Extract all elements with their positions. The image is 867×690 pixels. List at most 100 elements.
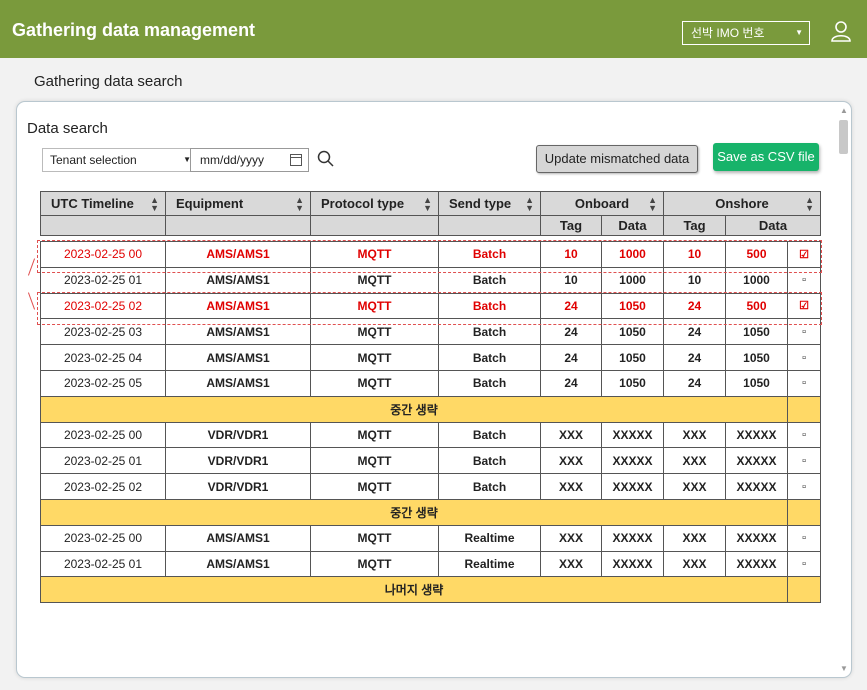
cell-onboard-tag: XXX [540, 421, 602, 449]
header-send[interactable]: Send type ▲ ▼ [438, 191, 541, 216]
sort-icon: ▲ ▼ [423, 195, 432, 213]
cell-equipment: VDR/VDR1 [165, 421, 311, 449]
sort-icon: ▲ ▼ [805, 195, 815, 213]
user-icon[interactable] [830, 20, 852, 42]
scroll-thumb[interactable] [839, 120, 848, 154]
row-checkbox[interactable]: ▫ [787, 421, 822, 449]
table-row[interactable]: 2023-02-25 02 VDR/VDR1 MQTT Batch XXX XXXXX XX… [40, 473, 822, 500]
cell-equipment: VDR/VDR1 [165, 447, 311, 475]
cell-protocol: MQTT [310, 473, 439, 500]
omit-row: 중간 생략 [39, 498, 822, 526]
dropdown-arrow-icon: ▼ [795, 28, 803, 37]
header-protocol[interactable]: Protocol type ▲ ▼ [310, 191, 439, 216]
cell-onshore-data: XXXXX [725, 421, 789, 449]
cell-send-type: Realtime [438, 550, 541, 578]
mismatch-connector [27, 292, 36, 310]
sort-icon: ▲ ▼ [648, 195, 658, 213]
section-title: Data search [27, 120, 108, 137]
page-subtitle: Gathering data search [34, 73, 183, 90]
cell-time: 2023-02-25 05 [40, 369, 166, 397]
header-onboard[interactable]: Onboard ▲ ▼ [539, 191, 665, 216]
cell-send-type: Batch [438, 421, 541, 449]
header-utc[interactable]: UTC Timeline ▲ ▼ [40, 191, 166, 216]
cell-onboard-data: XXXXX [600, 524, 665, 552]
cell-onboard-tag: XXX [540, 447, 602, 475]
header-onshore[interactable]: Onshore ▲ ▼ [663, 191, 822, 216]
cell-onboard-tag: XXX [540, 550, 602, 578]
cell-protocol: MQTT [310, 344, 439, 371]
cell-send-type: Batch [438, 447, 541, 475]
subheader-empty [40, 215, 166, 236]
imo-select-label: 선박 IMO 번호 [691, 26, 765, 40]
cell-time: 2023-02-25 00 [40, 421, 166, 449]
cell-time: 2023-02-25 01 [40, 550, 166, 578]
cell-onshore-tag: XXX [663, 473, 727, 500]
cell-onshore-data: 1050 [725, 344, 789, 371]
cell-onshore-data: XXXXX [725, 447, 789, 475]
table-row[interactable]: 2023-02-25 04 AMS/AMS1 MQTT Batch 24 1050 24 10… [40, 344, 822, 371]
subheader-empty [310, 215, 439, 236]
cell-equipment: AMS/AMS1 [165, 344, 311, 371]
table-row[interactable]: 2023-02-25 01 VDR/VDR1 MQTT Batch XXX XXXXX XX… [40, 447, 822, 475]
table-row[interactable]: 2023-02-25 05 AMS/AMS1 MQTT Batch 24 1050 24 10… [40, 369, 822, 397]
update-mismatched-button[interactable]: Update mismatched data [536, 145, 698, 173]
save-csv-button[interactable]: Save as CSV file [713, 143, 819, 171]
scroll-up-icon[interactable]: ▲ [840, 106, 848, 115]
cell-onshore-tag: 24 [663, 369, 727, 397]
subheader-onboard-tag: Tag [540, 215, 602, 236]
cell-onshore-data: XXXXX [725, 473, 789, 500]
row-checkbox[interactable]: ▫ [787, 369, 822, 397]
table-row[interactable]: 2023-02-25 01 AMS/AMS1 MQTT Realtime XXX XXXX… [40, 550, 822, 578]
cell-time: 2023-02-25 00 [40, 524, 166, 552]
cell-onshore-tag: XXX [663, 550, 727, 578]
scrollbar[interactable]: ▲ ▼ [838, 104, 849, 675]
cell-equipment: VDR/VDR1 [165, 473, 311, 500]
cell-onboard-tag: 24 [540, 369, 602, 397]
cell-protocol: MQTT [310, 447, 439, 475]
row-checkbox[interactable]: ▫ [787, 524, 822, 552]
cell-onboard-tag: 24 [540, 344, 602, 371]
tenant-select-label: Tenant selection [50, 153, 137, 167]
row-checkbox[interactable]: ▫ [787, 550, 822, 578]
cell-send-type: Realtime [438, 524, 541, 552]
subheader-onboard-data: Data [600, 215, 665, 236]
table-row[interactable]: 2023-02-25 00 AMS/AMS1 MQTT Realtime XXX XXXX… [40, 524, 822, 552]
app-title: Gathering data management [12, 20, 256, 40]
cell-protocol: MQTT [310, 524, 439, 552]
imo-select[interactable]: 선박 IMO 번호 ▼ [682, 21, 810, 45]
cell-onshore-tag: 24 [663, 344, 727, 371]
row-checkbox[interactable]: ▫ [787, 473, 822, 500]
top-bar: Gathering data management 선박 IMO 번호 ▼ [0, 0, 867, 58]
search-icon[interactable] [317, 150, 334, 167]
subheader-row: Tag Data Tag Data [40, 215, 822, 236]
cell-onboard-data: 1050 [600, 344, 665, 371]
calendar-icon[interactable] [290, 154, 302, 166]
cell-equipment: AMS/AMS1 [165, 369, 311, 397]
header-row: UTC Timeline ▲ ▼ Equipment ▲ ▼ Protocol type… [40, 191, 822, 216]
cell-onboard-tag: XXX [540, 524, 602, 552]
cell-onboard-data: XXXXX [600, 447, 665, 475]
subheader-empty [165, 215, 311, 236]
cell-onshore-tag: XXX [663, 447, 727, 475]
cell-onboard-tag: XXX [540, 473, 602, 500]
cell-send-type: Batch [438, 344, 541, 371]
subheader-onshore-data: Data [725, 215, 822, 236]
header-equipment[interactable]: Equipment ▲ ▼ [165, 191, 311, 216]
omit-row: 나머지 생략 [39, 576, 822, 604]
cell-onboard-data: XXXXX [600, 473, 665, 500]
mismatch-highlight [37, 292, 822, 325]
row-checkbox[interactable]: ▫ [787, 447, 822, 475]
sort-icon: ▲ ▼ [150, 195, 159, 213]
scroll-down-icon[interactable]: ▼ [840, 664, 848, 673]
cell-onshore-data: 1050 [725, 369, 789, 397]
row-checkbox[interactable]: ▫ [787, 344, 822, 371]
mismatch-connector [27, 258, 36, 276]
date-input[interactable]: mm/dd/yyyy [190, 148, 309, 172]
cell-onshore-data: XXXXX [725, 524, 789, 552]
table-row[interactable]: 2023-02-25 00 VDR/VDR1 MQTT Batch XXX XXXXX XX… [40, 421, 822, 449]
cell-equipment: AMS/AMS1 [165, 550, 311, 578]
tenant-select[interactable]: Tenant selection ▼ [42, 148, 199, 172]
mismatch-highlight [37, 240, 822, 273]
cell-send-type: Batch [438, 473, 541, 500]
subheader-empty [438, 215, 541, 236]
